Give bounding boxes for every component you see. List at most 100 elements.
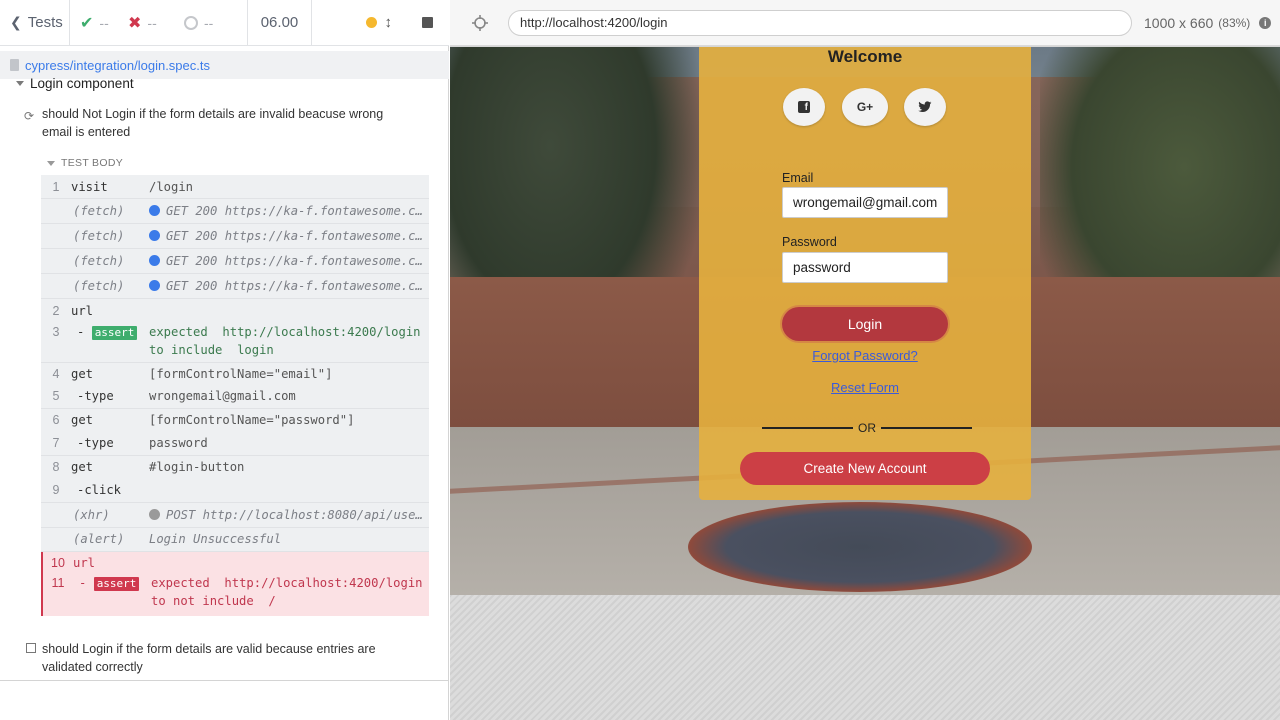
test-title-text: should Not Login if the form details are… (42, 107, 384, 139)
login-button[interactable]: Login (782, 307, 948, 341)
command-message: wrongemail@gmail.com (149, 389, 296, 403)
stop-icon[interactable] (422, 17, 433, 28)
command-number: 9 (52, 483, 60, 497)
command-number: 6 (52, 413, 60, 427)
password-field[interactable]: password (782, 252, 948, 283)
login-card: Welcome f G+ Email wrongemail@gmail.com … (699, 47, 1031, 500)
spec-file-path: cypress/integration/login.spec.ts (0, 51, 449, 79)
command-name: (fetch) (73, 279, 125, 293)
selector-playground-icon[interactable] (470, 13, 490, 33)
command-name: url (73, 556, 96, 570)
welcome-heading: Welcome (827, 47, 903, 66)
suite-title-text: Login component (30, 76, 134, 91)
command-name: get (71, 367, 94, 381)
create-account-button[interactable]: Create New Account (740, 452, 990, 485)
test-title-1[interactable]: ⟳ should Not Login if the form details a… (24, 105, 414, 141)
command-message (149, 479, 429, 502)
command-row[interactable]: (alert) Login Unsuccessful (41, 528, 429, 552)
command-name: -click (77, 483, 122, 497)
failed-count: ✖ -- (120, 0, 170, 45)
status-dot-icon (149, 280, 160, 291)
command-group-email[interactable]: 4 get [formControlName="email"] 5 -type … (41, 363, 429, 409)
chevron-left-icon: ❮ (10, 14, 22, 30)
twitter-icon (918, 101, 932, 113)
viewport-size: 1000 x 660 (1144, 14, 1214, 31)
command-number: 2 (52, 304, 60, 318)
x-icon: ✖ (128, 14, 142, 32)
duration: 06.00 (248, 0, 312, 45)
test-title-text: should Login if the form details are val… (42, 642, 376, 674)
assert-badge: assert (91, 326, 138, 340)
command-group-password[interactable]: 6 get [formControlName="password"] 7 -ty… (41, 409, 429, 456)
url-input[interactable]: http://localhost:4200/login (508, 9, 1132, 36)
or-divider: OR (762, 421, 972, 435)
command-number: 7 (52, 436, 60, 450)
test-reporter: ❮ Tests ✔ -- ✖ -- -- 06.00 ↕ cypress/int… (0, 0, 449, 720)
refresh-icon: ⟳ (24, 109, 35, 123)
pending-checkbox-icon (26, 643, 36, 653)
command-name: (alert) (73, 532, 125, 546)
command-number: 1 (52, 180, 60, 194)
tests-label: Tests (27, 14, 63, 31)
test-body-header[interactable]: TEST BODY (47, 157, 123, 169)
reporter-controls: ↕ (312, 0, 449, 45)
command-number: 5 (52, 389, 60, 403)
divider (0, 680, 449, 681)
passed-count: ✔ -- (70, 0, 120, 45)
spec-path-link[interactable]: cypress/integration/login.spec.ts (25, 58, 210, 73)
google-plus-button[interactable]: G+ (842, 88, 888, 126)
command-row[interactable]: 1 visit /login (41, 175, 429, 199)
facebook-icon: f (798, 101, 810, 113)
command-message: GET 200 https://ka-f.fontawesome.com/rel… (149, 224, 429, 248)
command-name: get (71, 460, 94, 474)
command-name: - assert (73, 574, 151, 610)
or-text: OR (858, 421, 876, 435)
test-title-2[interactable]: should Login if the form details are val… (24, 640, 424, 676)
command-name: - assert (71, 323, 149, 359)
command-name: -type (77, 436, 114, 450)
reporter-header: ❮ Tests ✔ -- ✖ -- -- 06.00 ↕ (0, 0, 449, 46)
divider-line (881, 427, 972, 429)
command-name: -type (77, 389, 114, 403)
command-row[interactable]: (xhr) POST http://localhost:8080/api/use… (41, 503, 429, 528)
forgot-password-link[interactable]: Forgot Password? (699, 348, 1031, 363)
twitter-button[interactable] (904, 88, 946, 126)
command-message: GET 200 https://ka-f.fontawesome.com/rel… (149, 199, 429, 223)
facebook-button[interactable]: f (783, 88, 825, 126)
circle-notch-icon (184, 15, 198, 30)
command-group-failed[interactable]: 10 url 11 - assert expected http://local… (41, 552, 429, 616)
command-name: visit (71, 180, 108, 194)
command-message: POST http://localhost:8080/api/users/log… (149, 503, 429, 527)
viewport-empty-area (450, 595, 1280, 720)
command-name: url (71, 304, 94, 318)
command-row[interactable]: (fetch) GET 200 https://ka-f.fontawesome… (41, 199, 429, 224)
command-number: 8 (52, 460, 60, 474)
command-group-url[interactable]: 2 url 3 - assert expected http://localho… (41, 299, 429, 363)
command-group-login-click[interactable]: 8 get #login-button 9 -click (41, 456, 429, 503)
google-plus-icon: G+ (856, 100, 874, 114)
status-dot-icon (149, 255, 160, 266)
info-icon[interactable]: i (1259, 16, 1272, 29)
email-field[interactable]: wrongemail@gmail.com (782, 187, 948, 218)
command-message: [formControlName="email"] (149, 367, 333, 381)
suite-title[interactable]: Login component (16, 76, 134, 91)
command-message: /login (149, 180, 194, 194)
autoscroll-toggle-icon[interactable]: ↕ (385, 14, 393, 31)
tests-button[interactable]: ❮ Tests (0, 0, 70, 45)
command-row[interactable]: (fetch) GET 200 https://ka-f.fontawesome… (41, 249, 429, 274)
command-name: (xhr) (73, 508, 110, 522)
command-message: Login Unsuccessful (149, 532, 282, 546)
failed-value: -- (147, 14, 157, 31)
command-row[interactable]: (fetch) GET 200 https://ka-f.fontawesome… (41, 224, 429, 249)
command-name: get (71, 413, 94, 427)
pending-count: -- (170, 0, 248, 45)
divider-line (762, 427, 853, 429)
command-row[interactable]: (fetch) GET 200 https://ka-f.fontawesome… (41, 274, 429, 299)
command-name: (fetch) (73, 229, 125, 243)
url-bar: http://localhost:4200/login 1000 x 660 (… (450, 0, 1280, 46)
reset-form-link[interactable]: Reset Form (699, 380, 1031, 395)
app-preview: http://localhost:4200/login 1000 x 660 (… (450, 0, 1280, 720)
viewport-scale: (83%) (1218, 15, 1251, 30)
command-message: expected http://localhost:4200/login to … (151, 576, 423, 608)
command-message: expected http://localhost:4200/login to … (149, 325, 421, 357)
